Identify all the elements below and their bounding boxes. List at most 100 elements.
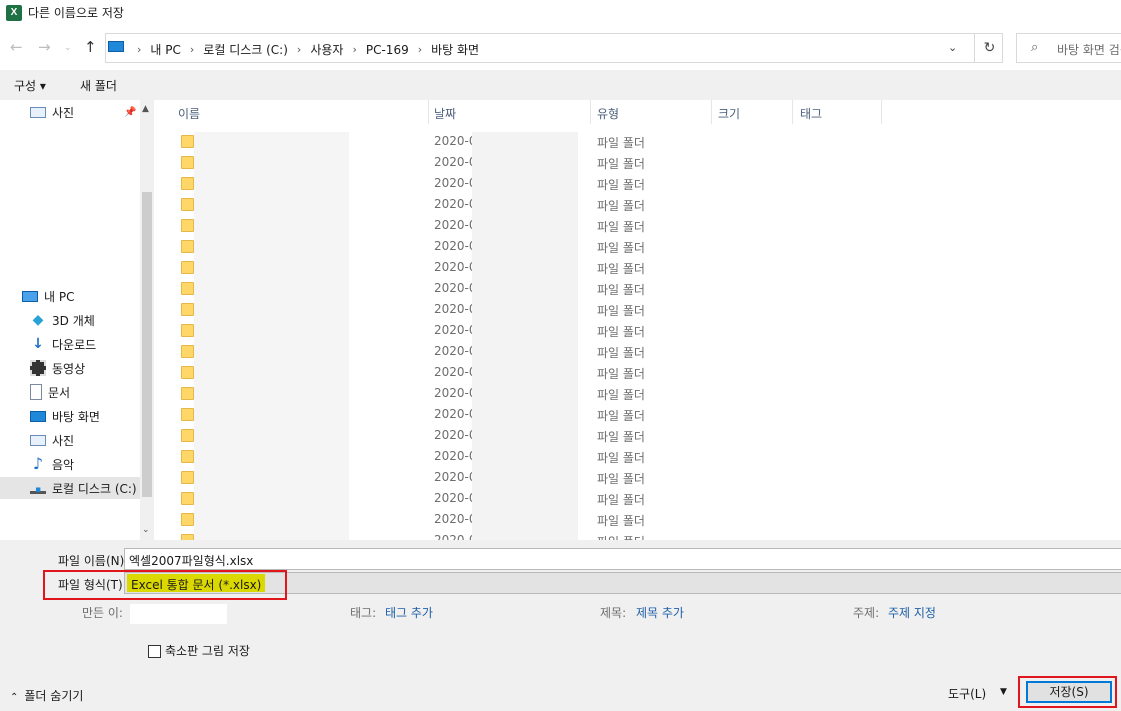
file-date: 2020-0 xyxy=(434,218,474,232)
column-divider[interactable] xyxy=(590,100,591,124)
sidebar-item-documents[interactable]: 문서 xyxy=(30,381,70,403)
annotation-box-save xyxy=(1018,676,1117,708)
column-header-type[interactable]: 유형 xyxy=(597,105,619,122)
back-arrow-icon[interactable]: ← xyxy=(10,38,23,56)
column-header-date[interactable]: 날짜 xyxy=(434,105,456,122)
crumb-desktop[interactable]: 바탕 화면 xyxy=(431,41,479,58)
redacted-names xyxy=(194,132,349,540)
sidebar-item-3d-objects[interactable]: ◆ 3D 개체 xyxy=(30,309,95,331)
folder-icon xyxy=(181,219,194,232)
sidebar-item-music[interactable]: ♪ 음악 xyxy=(30,453,74,475)
save-thumbnail-label: 축소판 그림 저장 xyxy=(165,644,250,658)
sidebar-item-label: 로컬 디스크 (C:) xyxy=(52,481,137,496)
folder-icon xyxy=(181,471,194,484)
redacted-dates xyxy=(472,132,578,540)
sidebar-item-label: 다운로드 xyxy=(52,337,97,352)
chevron-down-icon[interactable]: ⌄ xyxy=(948,41,957,54)
folder-icon xyxy=(181,261,194,274)
file-type: 파일 폴더 xyxy=(597,472,645,486)
column-divider[interactable] xyxy=(792,100,793,124)
organize-button[interactable]: 구성 ▾ xyxy=(14,77,46,94)
file-date: 2020-0 xyxy=(434,281,474,295)
sidebar-item-label: 3D 개체 xyxy=(52,313,95,328)
sidebar-item-desktop[interactable]: 바탕 화면 xyxy=(30,405,100,427)
column-header-size[interactable]: 크기 xyxy=(718,105,740,122)
set-subject-link[interactable]: 주제 지정 xyxy=(888,604,936,621)
picture-icon xyxy=(30,434,46,446)
sidebar-item-my-pc[interactable]: 내 PC xyxy=(22,285,74,307)
file-date: 2020-0 xyxy=(434,470,474,484)
download-icon: ↓ xyxy=(32,336,44,352)
file-type: 파일 폴더 xyxy=(597,178,645,192)
file-date: 2020-0 xyxy=(434,134,474,148)
folder-icon xyxy=(181,450,194,463)
search-input[interactable]: 바탕 화면 검색 xyxy=(1057,41,1121,58)
scroll-down-icon[interactable]: ⌄ xyxy=(142,525,150,535)
folder-icon xyxy=(181,345,194,358)
folder-icon xyxy=(181,156,194,169)
file-type: 파일 폴더 xyxy=(597,220,645,234)
crumb-my-pc[interactable]: 내 PC xyxy=(150,41,180,58)
file-date: 2020-0 xyxy=(434,533,474,540)
pc-icon xyxy=(22,290,38,302)
address-bar[interactable]: › 내 PC › 로컬 디스크 (C:) › 사용자 › PC-169 › 바탕 화면 ⌄… xyxy=(105,33,1003,63)
file-type: 파일 폴더 xyxy=(597,514,645,528)
filename-input[interactable]: 엑셀2007파일형식.xlsx xyxy=(124,548,1121,570)
folder-icon xyxy=(181,324,194,337)
pin-icon: 📌 xyxy=(124,107,137,118)
tags-label: 태그: xyxy=(350,606,377,620)
recent-dropdown-icon[interactable]: ⌄ xyxy=(64,43,72,53)
crumb-local-disk[interactable]: 로컬 디스크 (C:) xyxy=(203,41,288,58)
folder-icon xyxy=(181,198,194,211)
command-bar: 구성 ▾ 새 폴더 xyxy=(0,70,1121,100)
crumb-pc-169[interactable]: PC-169 xyxy=(366,43,409,57)
video-icon xyxy=(30,360,46,376)
window-title: 다른 이름으로 저장 xyxy=(28,6,124,20)
chevron-up-icon: ⌃ xyxy=(10,692,19,703)
search-box[interactable]: ⌕ 바탕 화면 검색 xyxy=(1016,33,1121,63)
file-date: 2020-0 xyxy=(434,302,474,316)
author-label: 만든 이: xyxy=(82,606,123,620)
column-divider[interactable] xyxy=(428,100,429,124)
folder-icon xyxy=(181,513,194,526)
pc-icon xyxy=(108,41,124,52)
refresh-icon[interactable]: ↻ xyxy=(974,34,1004,62)
sidebar-item-pictures-pinned[interactable]: 사진 xyxy=(30,101,74,123)
file-date: 2020-0 xyxy=(434,323,474,337)
hide-folders-button[interactable]: ⌃ 폴더 숨기기 xyxy=(10,687,83,704)
folder-icon xyxy=(181,429,194,442)
file-date: 2020-0 xyxy=(434,449,474,463)
column-header-tags[interactable]: 태그 xyxy=(800,105,822,122)
scroll-up-icon[interactable]: ▲ xyxy=(142,104,149,114)
file-date: 2020-0 xyxy=(434,512,474,526)
file-type: 파일 폴더 xyxy=(597,493,645,507)
sidebar-item-pictures[interactable]: 사진 xyxy=(30,429,74,451)
sidebar-item-label: 내 PC xyxy=(44,289,75,304)
author-input[interactable] xyxy=(130,604,227,624)
hide-folders-label: 폴더 숨기기 xyxy=(24,689,84,703)
tools-button[interactable]: 도구(L) xyxy=(948,685,986,702)
save-thumbnail-checkbox[interactable] xyxy=(148,645,161,658)
sidebar-scroll-thumb[interactable] xyxy=(142,192,152,497)
file-type: 파일 폴더 xyxy=(597,283,645,297)
file-date: 2020-0 xyxy=(434,344,474,358)
annotation-box-filetype xyxy=(43,570,287,600)
sidebar-item-label: 사진 xyxy=(52,433,75,448)
up-arrow-icon[interactable]: ↑ xyxy=(84,38,97,56)
column-divider[interactable] xyxy=(881,100,882,124)
new-folder-button[interactable]: 새 폴더 xyxy=(80,77,117,94)
add-title-link[interactable]: 제목 추가 xyxy=(636,604,684,621)
sidebar-item-videos[interactable]: 동영상 xyxy=(30,357,85,379)
forward-arrow-icon[interactable]: → xyxy=(38,38,51,56)
column-divider[interactable] xyxy=(711,100,712,124)
file-date: 2020-0 xyxy=(434,239,474,253)
crumb-users[interactable]: 사용자 xyxy=(310,41,343,58)
add-tag-link[interactable]: 태그 추가 xyxy=(385,604,433,621)
column-header-name[interactable]: 이름 xyxy=(178,105,200,122)
tools-dropdown-icon[interactable]: ▼ xyxy=(1000,687,1007,697)
sidebar-item-downloads[interactable]: ↓ 다운로드 xyxy=(30,333,96,355)
file-type: 파일 폴더 xyxy=(597,136,645,150)
folder-icon xyxy=(181,387,194,400)
sidebar-item-local-disk[interactable]: ▪ 로컬 디스크 (C:) xyxy=(0,477,140,499)
title-bar: X 다른 이름으로 저장 xyxy=(0,0,1121,26)
